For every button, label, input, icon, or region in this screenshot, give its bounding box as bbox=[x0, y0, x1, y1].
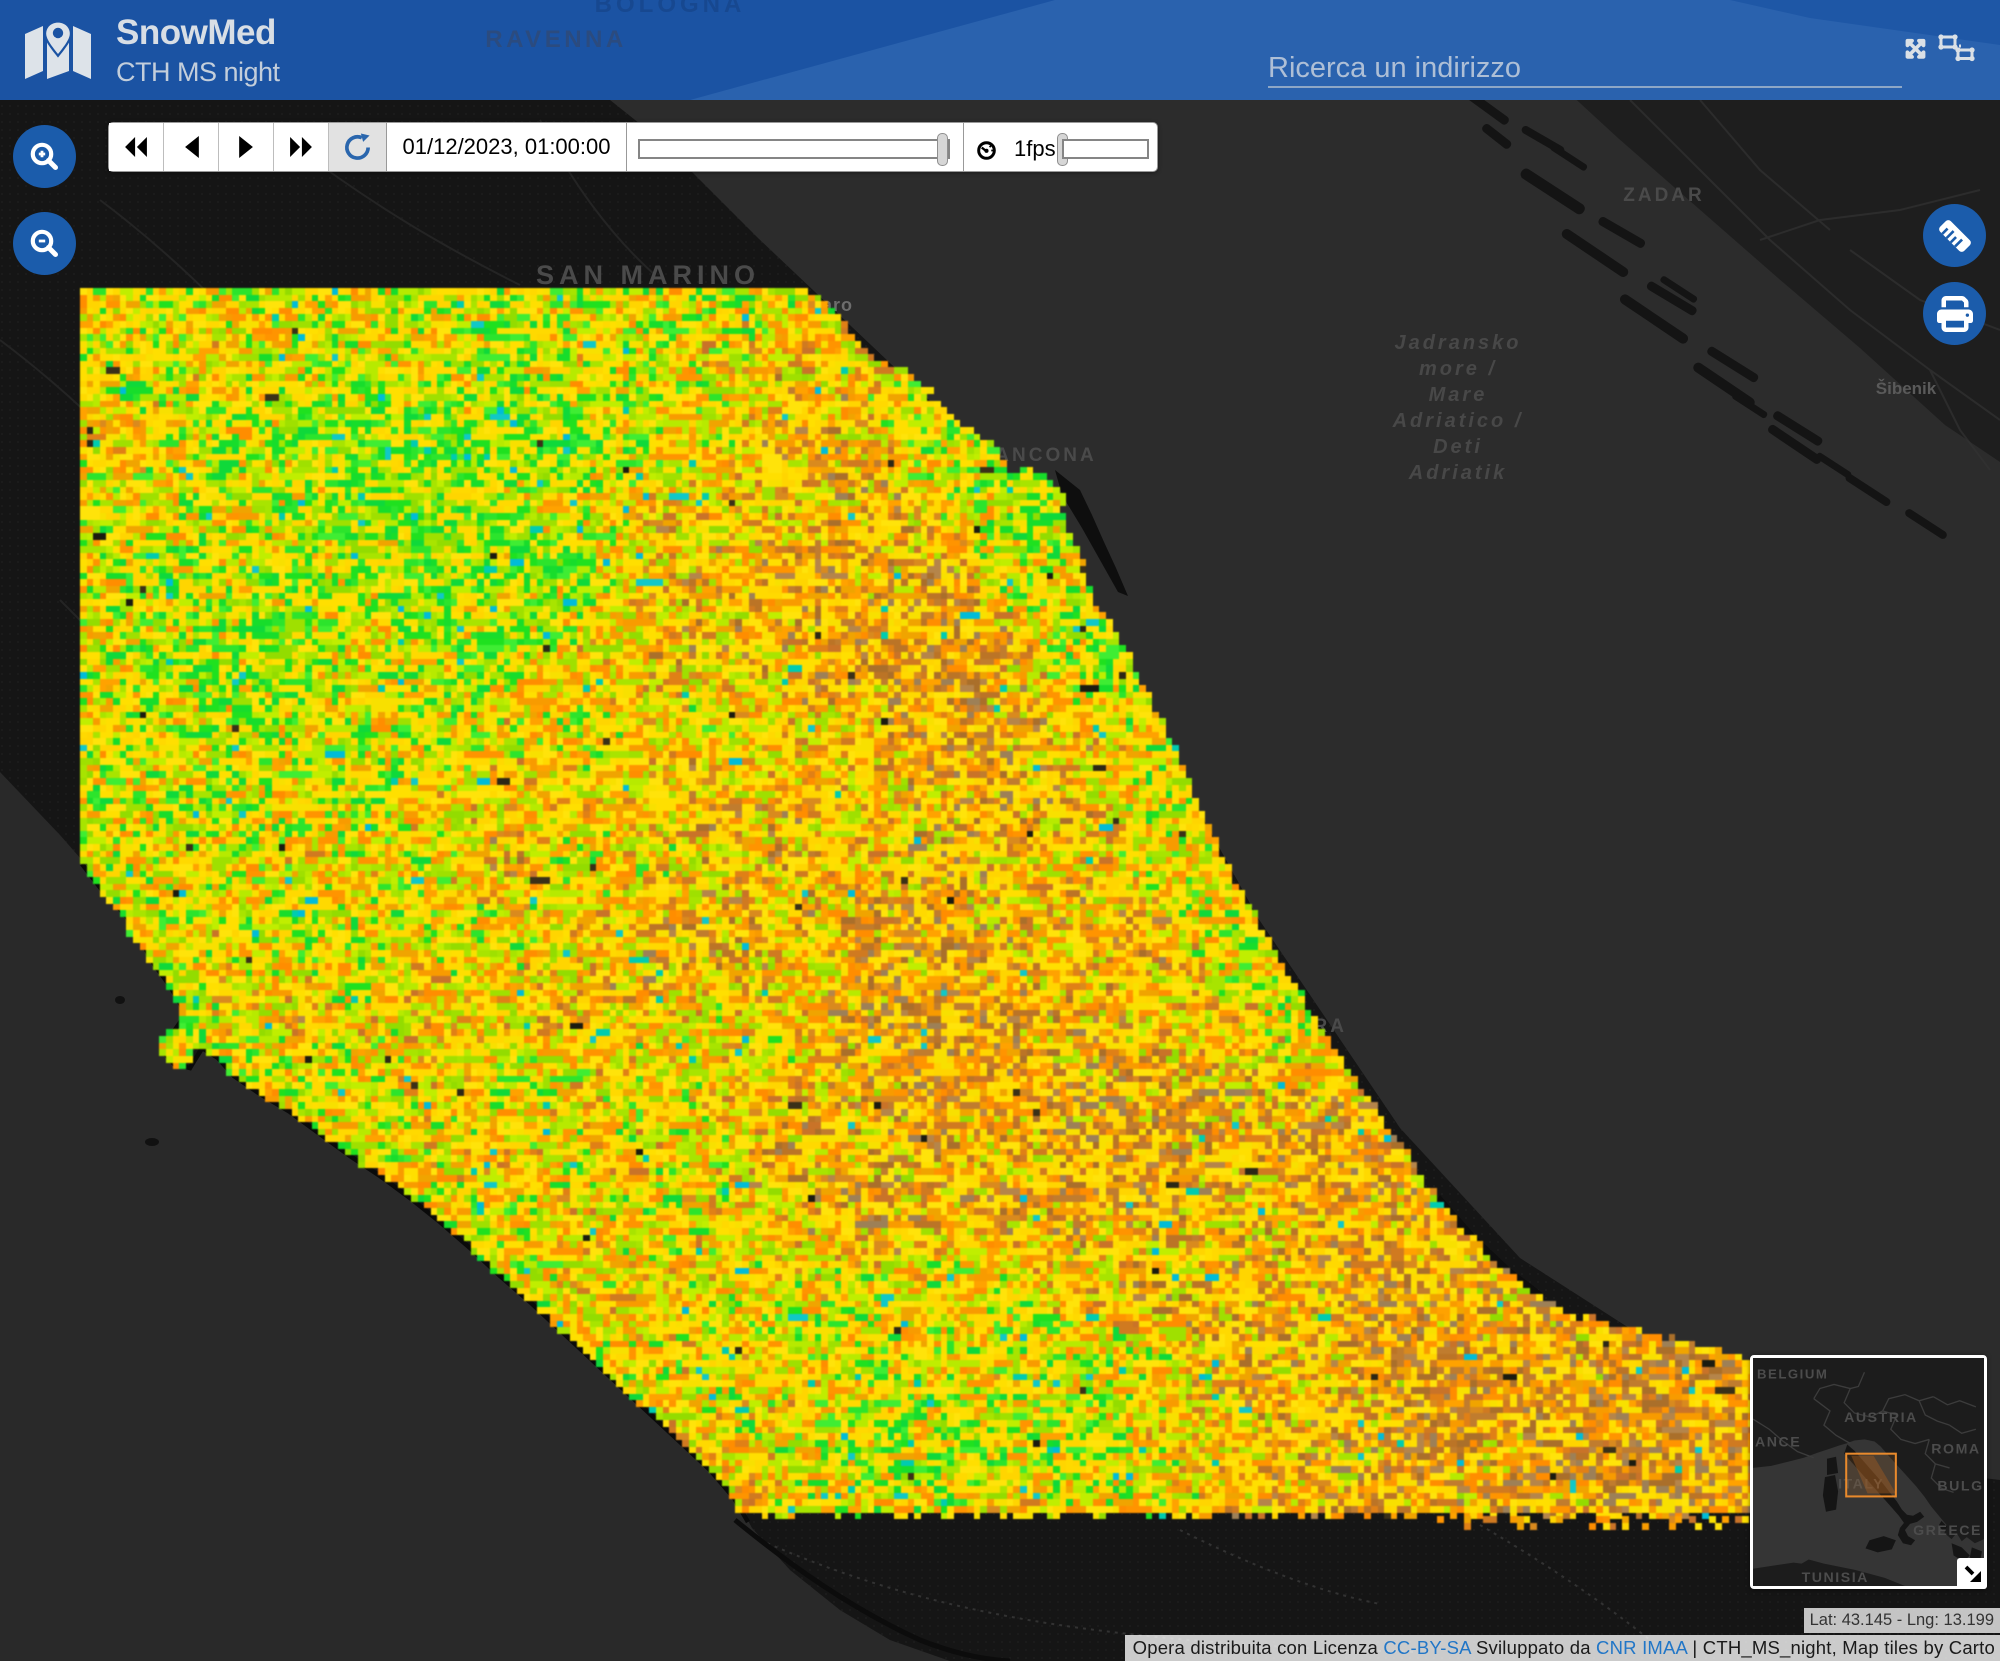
svg-text:BELGIUM: BELGIUM bbox=[1757, 1366, 1828, 1381]
svg-text:ROMA: ROMA bbox=[1931, 1442, 1980, 1458]
svg-text:BULGA: BULGA bbox=[1937, 1478, 1984, 1494]
svg-text:ANCE: ANCE bbox=[1755, 1435, 1801, 1451]
svg-text:TUNISIA: TUNISIA bbox=[1802, 1570, 1869, 1586]
svg-text:GREECE: GREECE bbox=[1913, 1523, 1982, 1539]
svg-text:AUSTRIA: AUSTRIA bbox=[1844, 1410, 1918, 1426]
